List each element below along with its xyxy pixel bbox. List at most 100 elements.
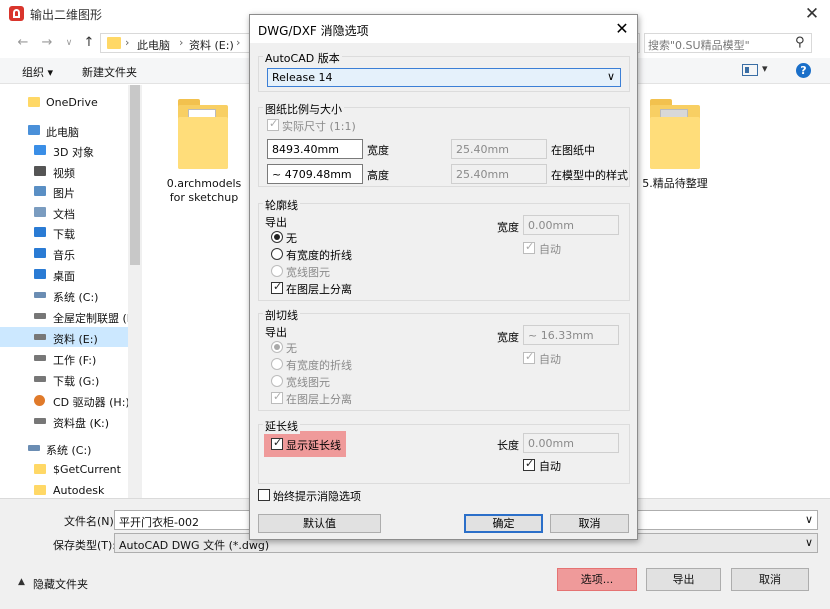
view-options-icon[interactable] <box>742 64 758 76</box>
chevron-down-icon[interactable]: ∨ <box>607 70 615 83</box>
dialog-cancel-button[interactable]: 取消 <box>550 514 629 533</box>
options-button[interactable]: 选项... <box>557 568 637 591</box>
recent-dropdown-icon[interactable]: ∨ <box>60 34 78 52</box>
section-none-radio[interactable] <box>271 341 283 353</box>
ok-button[interactable]: 确定 <box>464 514 543 533</box>
sidebar-item-label: 下载 <box>53 228 75 241</box>
folder-archmodels[interactable] <box>178 99 228 169</box>
organize-menu-button[interactable]: 组织 ▾ <box>22 64 53 80</box>
window-close-button[interactable]: ✕ <box>800 2 824 26</box>
sidebar-item-downloads[interactable]: 下载 <box>0 222 128 242</box>
model-width-value[interactable]: 8493.40mm <box>272 143 339 156</box>
hide-folders-button[interactable]: 隐藏文件夹 <box>33 576 88 592</box>
paper-height-value[interactable]: 25.40mm <box>456 168 509 181</box>
paper-width-value[interactable]: 25.40mm <box>456 143 509 156</box>
help-icon[interactable]: ? <box>796 63 811 78</box>
selected-version: Release 14 <box>272 71 333 84</box>
model-width-input[interactable]: 8493.40mm <box>267 139 363 159</box>
savetype-value[interactable]: AutoCAD DWG 文件 (*.dwg) <box>119 537 269 553</box>
sidebar-item-videos[interactable]: 视频 <box>0 161 128 181</box>
section-width-value[interactable]: ~ 16.33mm <box>528 329 594 342</box>
section-auto-checkbox[interactable] <box>523 350 535 364</box>
profile-width-input[interactable]: 0.00mm <box>523 215 619 235</box>
search-icon[interactable]: ⚲ <box>795 35 805 50</box>
sidebar-item-onedrive[interactable]: OneDrive <box>0 92 128 112</box>
section-separate-checkbox[interactable] <box>271 390 283 404</box>
document-icon <box>34 207 46 217</box>
sidebar-item-drive-h[interactable]: CD 驱动器 (H:) I <box>0 390 128 410</box>
profile-wide-radio[interactable] <box>271 265 283 277</box>
profile-width-value[interactable]: 0.00mm <box>528 219 574 232</box>
extension-auto-checkbox[interactable] <box>523 457 535 471</box>
sidebar-item-drive-d[interactable]: 全屋定制联盟 (D <box>0 306 128 326</box>
sidebar-item-this-pc[interactable]: 此电脑 <box>0 120 128 140</box>
export-button[interactable]: 导出 <box>646 568 721 591</box>
breadcrumb-separator[interactable]: › <box>236 36 240 49</box>
sidebar-item-drive-c[interactable]: 系统 (C:) <box>0 285 128 305</box>
always-prompt-checkbox[interactable] <box>258 489 270 501</box>
new-folder-button[interactable]: 新建文件夹 <box>82 64 137 80</box>
group-label: 剖切线 <box>263 307 300 323</box>
profile-lines-group: 轮廓线 导出 无 有宽度的折线 宽线图元 在图层上分离 宽度 0.00mm 自动 <box>258 197 630 301</box>
model-height-value[interactable]: ~ 4709.48mm <box>272 168 352 181</box>
profile-polyline-label: 有宽度的折线 <box>286 249 352 262</box>
model-height-input[interactable]: ~ 4709.48mm <box>267 164 363 184</box>
profile-auto-checkbox[interactable] <box>523 240 535 254</box>
autocad-version-select[interactable]: Release 14 ∨ <box>267 68 621 87</box>
forward-arrow-icon[interactable]: → <box>38 34 56 52</box>
group-label: 轮廓线 <box>263 197 300 213</box>
breadcrumb-separator[interactable]: › <box>179 36 183 49</box>
sidebar-item-desktop[interactable]: 桌面 <box>0 264 128 284</box>
show-extension-checkbox[interactable] <box>271 436 283 450</box>
sidebar-item-label: 视频 <box>53 167 75 180</box>
folder-label: 0.archmodels for sketchup <box>156 177 252 205</box>
sidebar-item-label: 下载 (G:) <box>53 375 100 388</box>
profile-none-radio[interactable] <box>271 231 283 243</box>
filename-label: 文件名(N): <box>64 515 118 528</box>
up-arrow-icon[interactable]: ↑ <box>80 34 98 52</box>
drive-icon <box>34 418 46 424</box>
sidebar-item-drive-f[interactable]: 工作 (F:) <box>0 348 128 368</box>
filename-value[interactable]: 平开门衣柜-002 <box>119 514 199 530</box>
paper-width-input[interactable]: 25.40mm <box>451 139 547 159</box>
extension-length-label: 长度 <box>497 439 519 452</box>
sidebar-item-pictures[interactable]: 图片 <box>0 181 128 201</box>
section-wide-radio[interactable] <box>271 375 283 387</box>
paper-height-input[interactable]: 25.40mm <box>451 164 547 184</box>
sidebar-item-3d-objects[interactable]: 3D 对象 <box>0 140 128 160</box>
cube-icon <box>34 145 46 155</box>
breadcrumb-drive-e[interactable]: 资料 (E:) <box>189 37 234 53</box>
profile-polyline-radio[interactable] <box>271 248 283 260</box>
close-icon[interactable]: ✕ <box>610 18 634 40</box>
profile-separate-label: 在图层上分离 <box>286 283 352 296</box>
profile-separate-checkbox[interactable] <box>271 280 283 294</box>
section-width-input[interactable]: ~ 16.33mm <box>523 325 619 345</box>
sidebar-item-drive-k[interactable]: 资料盘 (K:) <box>0 411 128 431</box>
sidebar-item-drive-e[interactable]: 资料 (E:) <box>0 327 128 347</box>
sidebar-item-documents[interactable]: 文档 <box>0 202 128 222</box>
cancel-button[interactable]: 取消 <box>731 568 809 591</box>
section-wide-label: 宽线图元 <box>286 376 330 389</box>
sidebar-item-autodesk[interactable]: Autodesk <box>0 480 128 498</box>
sidebar-item-label: $GetCurrent <box>53 463 121 476</box>
folder-refine[interactable] <box>650 99 700 169</box>
sidebar-item-drive-g[interactable]: 下载 (G:) <box>0 369 128 389</box>
window-title: 输出二维图形 <box>30 8 103 22</box>
sidebar-item-getcurrent[interactable]: $GetCurrent <box>0 459 128 479</box>
search-input[interactable]: 搜索"0.SU精品模型" <box>648 37 750 53</box>
chevron-up-icon[interactable]: ▲ <box>18 577 25 587</box>
chevron-down-icon[interactable]: ∨ <box>805 536 813 549</box>
sidebar-item-drive-c-2[interactable]: 系统 (C:) <box>0 438 128 458</box>
extension-length-input[interactable]: 0.00mm <box>523 433 619 453</box>
sidebar-scrollbar-thumb[interactable] <box>130 85 140 265</box>
section-polyline-radio[interactable] <box>271 358 283 370</box>
extension-length-value[interactable]: 0.00mm <box>528 437 574 450</box>
chevron-down-icon[interactable]: ∨ <box>805 513 813 526</box>
back-arrow-icon[interactable]: ← <box>14 34 32 52</box>
breadcrumb-this-pc[interactable]: 此电脑 <box>137 37 170 53</box>
actual-size-checkbox[interactable] <box>267 117 279 131</box>
sidebar-item-music[interactable]: 音乐 <box>0 243 128 263</box>
chevron-down-icon[interactable]: ▾ <box>762 62 768 75</box>
search-box[interactable]: 搜索"0.SU精品模型" ⚲ <box>644 33 812 53</box>
defaults-button[interactable]: 默认值 <box>258 514 381 533</box>
